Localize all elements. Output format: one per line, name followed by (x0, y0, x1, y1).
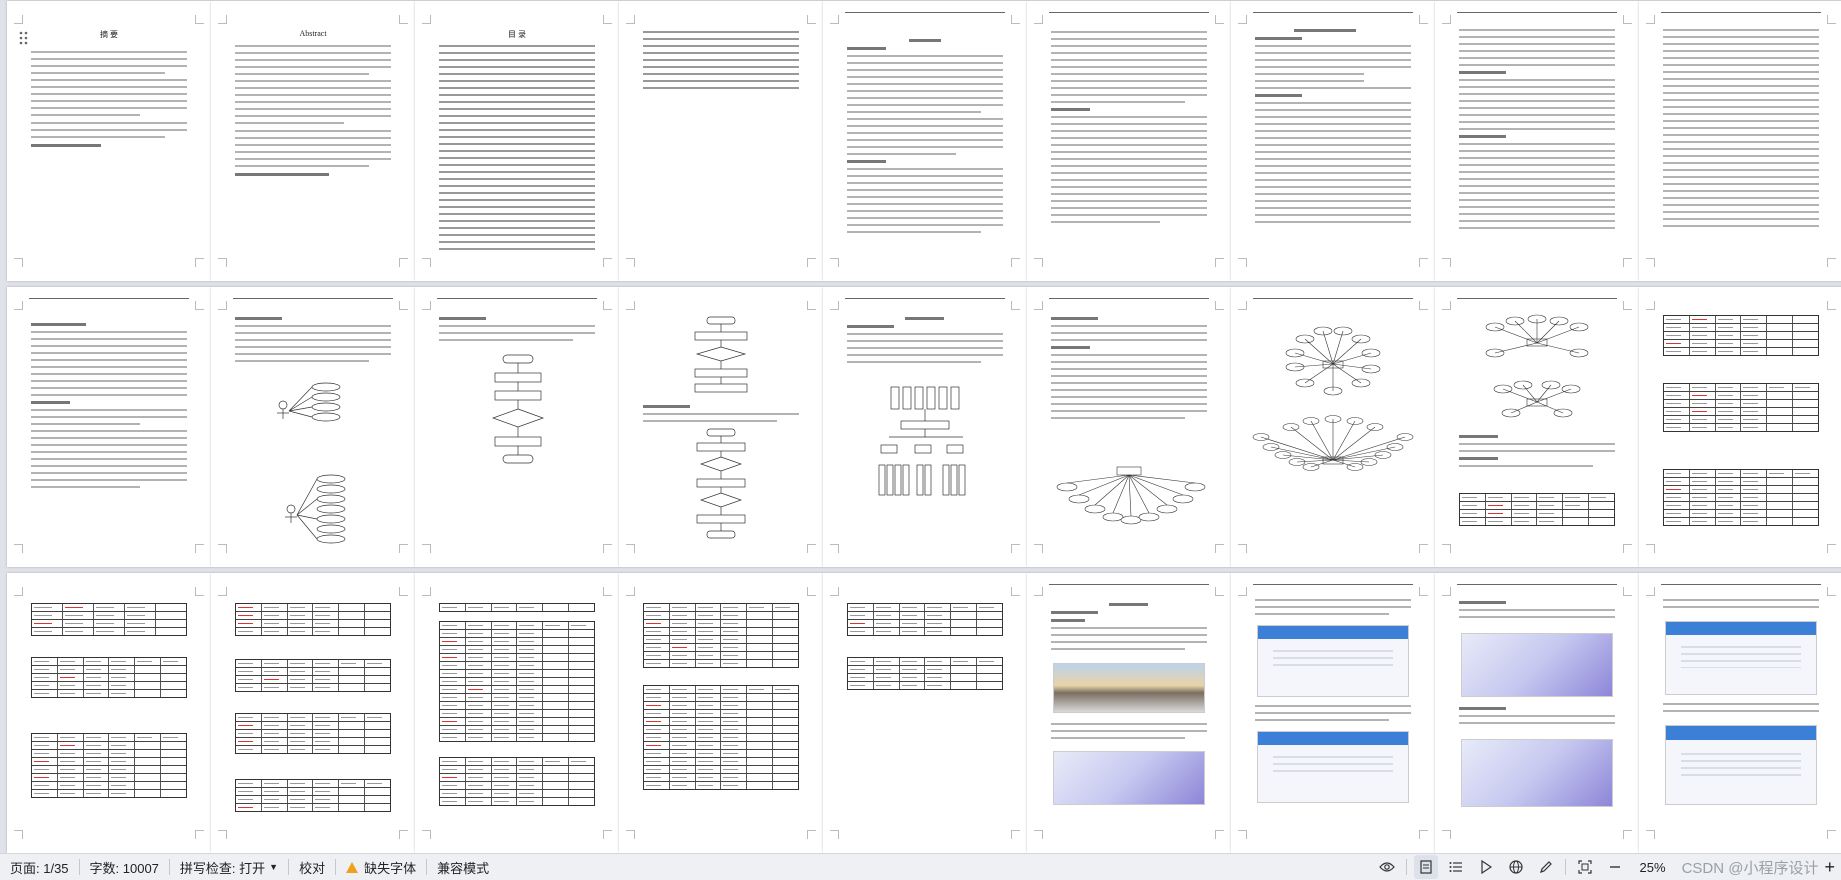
login-flowchart (491, 354, 545, 464)
page-toc-1[interactable]: 目 录 (415, 1, 619, 281)
page-analysis[interactable] (7, 287, 211, 567)
page-implementation-3[interactable] (1435, 573, 1639, 853)
pen-icon[interactable] (1534, 855, 1558, 879)
missing-fonts-label: 缺失字体 (364, 860, 417, 876)
er-diagram-entities (1252, 326, 1414, 471)
page-tech[interactable] (1231, 1, 1435, 281)
page-tables-6[interactable] (823, 573, 1027, 853)
admin-home-screenshot (1461, 739, 1613, 807)
globe-icon[interactable] (1504, 855, 1528, 879)
login-page-screenshot (1053, 751, 1205, 805)
watermark: CSDN @小程序设计 (1681, 859, 1819, 877)
list-page-screenshot (1257, 625, 1409, 697)
zoom-level[interactable]: 25% (1640, 860, 1666, 875)
missing-fonts-button[interactable]: 缺失字体 (336, 858, 426, 877)
warning-icon (346, 861, 359, 873)
page-toc-2[interactable] (619, 1, 823, 281)
fit-icon[interactable] (1573, 855, 1597, 879)
record-management-screenshot (1665, 725, 1817, 805)
detail-page-screenshot (1257, 731, 1409, 803)
page-implementation-1[interactable] (1027, 573, 1231, 853)
document-canvas[interactable]: 摘 要 Abstract 目 录 (0, 0, 1841, 853)
status-bar: 页面: 1/35 字数: 10007 拼写检查: 打开 ▼ 校对 缺失字体 兼容模… (0, 853, 1841, 880)
page-er-1[interactable] (1231, 287, 1435, 567)
word-count[interactable]: 字数: 10007 (80, 858, 169, 877)
page-er-2[interactable] (1435, 287, 1639, 567)
page-title: 摘 要 (100, 30, 118, 39)
admin-login-screenshot (1461, 633, 1613, 697)
module-structure-diagram (878, 386, 966, 496)
user-management-screenshot (1665, 621, 1817, 695)
home-page-screenshot (1053, 663, 1205, 713)
page-db-design[interactable] (1027, 287, 1231, 567)
page-abstract-cn[interactable]: 摘 要 (7, 1, 211, 281)
page-tech-cont-2[interactable] (1639, 1, 1841, 281)
play-icon[interactable] (1474, 855, 1498, 879)
er-diagram (1056, 466, 1206, 525)
page-tables-5[interactable] (619, 573, 823, 853)
page-intro[interactable] (823, 1, 1027, 281)
page-tables-1[interactable] (1639, 287, 1841, 567)
page-abstract-en[interactable]: Abstract (211, 1, 415, 281)
page-title: Abstract (299, 29, 327, 38)
page-system-design[interactable] (823, 287, 1027, 567)
page-tech-cont[interactable] (1435, 1, 1639, 281)
page-tables-2[interactable] (7, 573, 211, 853)
plus-icon[interactable]: + (1824, 857, 1835, 878)
ops-flowchart (694, 316, 748, 539)
page-title: 目 录 (508, 30, 526, 39)
page-tables-3[interactable] (211, 573, 415, 853)
page-view-icon[interactable] (1413, 855, 1438, 879)
page-intro-cont[interactable] (1027, 1, 1231, 281)
outline-icon[interactable] (19, 31, 29, 45)
page-tables-4[interactable] (415, 573, 619, 853)
page-implementation-4[interactable] (1639, 573, 1841, 853)
minus-icon[interactable] (1603, 855, 1627, 879)
list-icon[interactable] (1444, 855, 1468, 879)
proofread-button[interactable]: 校对 (289, 858, 335, 877)
spell-check-label: 拼写检查: 打开 (179, 860, 266, 876)
usecase-diagram (277, 382, 346, 544)
data-table (1459, 493, 1615, 526)
eye-icon[interactable] (1375, 855, 1399, 879)
page-implementation-2[interactable] (1231, 573, 1435, 853)
page-flowchart-login[interactable] (415, 287, 619, 567)
spell-check-toggle[interactable]: 拼写检查: 打开 ▼ (170, 858, 288, 877)
compat-mode-label: 兼容模式 (437, 860, 490, 876)
page-flowchart-ops[interactable] (619, 287, 823, 567)
chevron-down-icon: ▼ (269, 862, 279, 872)
page-indicator[interactable]: 页面: 1/35 (0, 858, 79, 877)
page-usecase[interactable] (211, 287, 415, 567)
